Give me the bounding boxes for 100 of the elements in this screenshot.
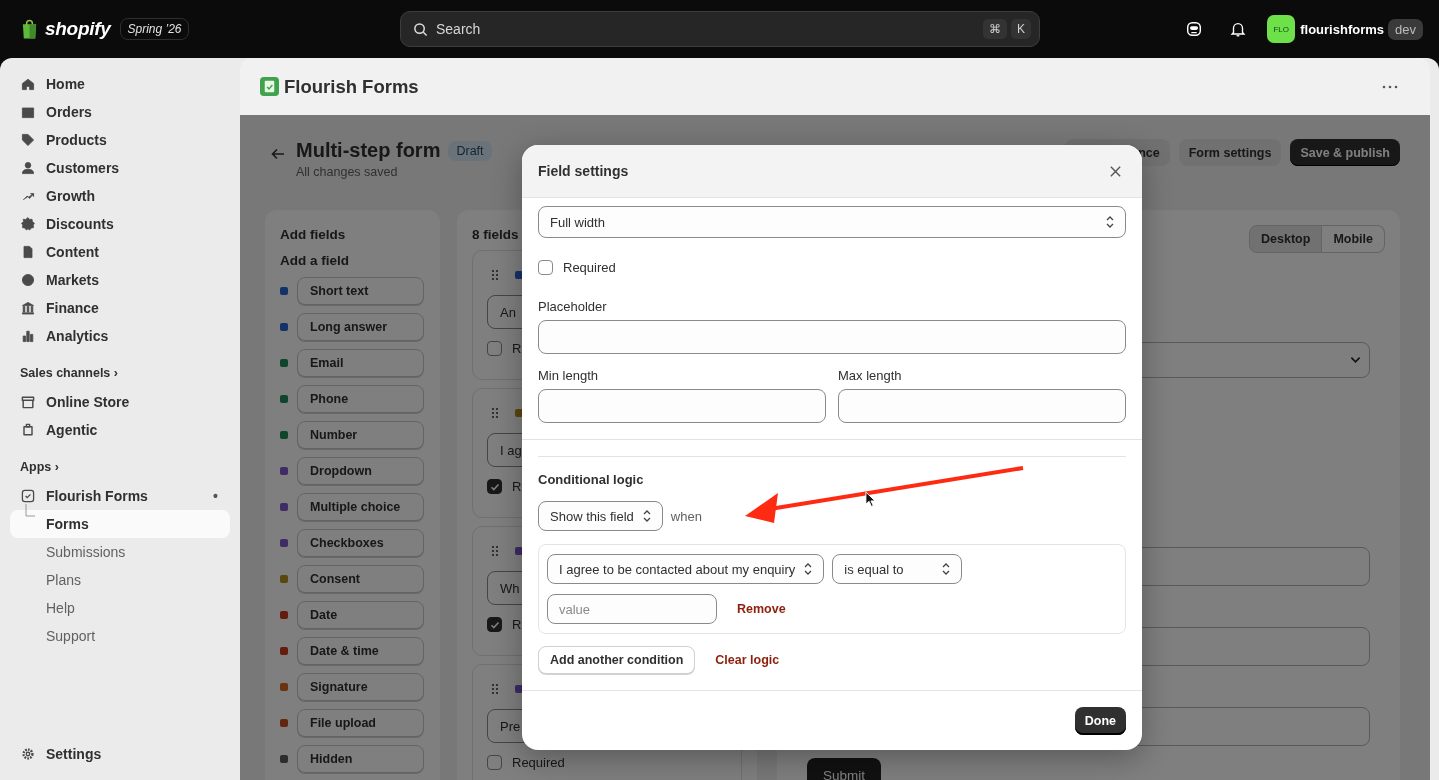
card-title: Add fields: [280, 227, 347, 242]
nav-item[interactable]: Customers: [10, 154, 230, 182]
field-label: Placeholder: [538, 299, 608, 314]
length-input[interactable]: [538, 389, 826, 423]
checkbox[interactable]: [487, 479, 502, 494]
clear-logic-link[interactable]: Clear logic: [715, 653, 780, 667]
nav-subitem[interactable]: Help: [10, 594, 230, 622]
operator-select[interactable]: is equal to: [832, 554, 963, 584]
nav-item[interactable]: Products: [10, 126, 230, 154]
person-icon: [20, 160, 36, 176]
drag-handle-icon[interactable]: [491, 269, 499, 281]
bell-icon[interactable]: [1229, 20, 1248, 38]
save-status: All changes saved: [296, 165, 399, 179]
checkbox-label: R: [512, 479, 522, 494]
field-type-button[interactable]: Checkboxes: [297, 529, 424, 557]
field-type-button[interactable]: Number: [297, 421, 424, 449]
field-type-button[interactable]: Date & time: [297, 637, 424, 665]
nav-item[interactable]: Online Store: [10, 388, 230, 416]
field-type-button[interactable]: Email: [297, 349, 424, 377]
checkbox[interactable]: [487, 617, 502, 632]
form-check-icon: [260, 77, 279, 96]
field-type-button[interactable]: Date: [297, 601, 424, 629]
action-select[interactable]: Show this field: [538, 501, 663, 531]
discount-icon: [20, 216, 36, 232]
shortcut-key: ⌘: [983, 19, 1007, 39]
checkbox[interactable]: [487, 341, 502, 356]
field-type-button[interactable]: File upload: [297, 709, 424, 737]
nav-item[interactable]: Content: [10, 238, 230, 266]
nav-item[interactable]: Agentic: [10, 416, 230, 444]
section-heading[interactable]: Sales channels ›: [10, 366, 230, 380]
nav-item[interactable]: Finance: [10, 294, 230, 322]
logo-wordmark[interactable]: shopify: [45, 18, 111, 40]
field-type-button[interactable]: Hidden: [297, 745, 424, 773]
field-type-button[interactable]: Dropdown: [297, 457, 424, 485]
connector-text: when: [670, 508, 702, 524]
drag-handle-icon[interactable]: [491, 545, 499, 557]
nav-item[interactable]: Discounts: [10, 210, 230, 238]
bank-icon: [20, 300, 36, 316]
drag-handle-icon[interactable]: [491, 407, 499, 419]
card-subtitle: Add a field: [280, 253, 350, 268]
checkbox[interactable]: [487, 755, 502, 770]
status-badge: Draft: [448, 140, 492, 161]
shortcut-key: K: [1011, 19, 1031, 39]
nav-item[interactable]: Markets: [10, 266, 230, 294]
search-field[interactable]: Search ⌘ K: [400, 11, 1040, 47]
dev-badge: dev: [1388, 18, 1423, 40]
add-condition-button[interactable]: Add another condition: [538, 646, 696, 674]
dialog-title: Field settings: [538, 163, 629, 179]
select-arrows-icon: [803, 562, 814, 576]
card-title: 8 fields: [472, 227, 520, 242]
value-input[interactable]: value: [547, 594, 717, 624]
nav-item[interactable]: Analytics: [10, 322, 230, 350]
document-icon: [20, 244, 36, 260]
checkbox-label: R: [512, 617, 522, 632]
nav-subitem[interactable]: Forms: [10, 510, 230, 538]
done-button[interactable]: Done: [1074, 706, 1126, 735]
shopping-bag-icon: [20, 18, 39, 40]
action-button[interactable]: Form settings: [1178, 139, 1282, 166]
back-arrow-icon[interactable]: [270, 146, 286, 162]
view-toggle-button[interactable]: Mobile: [1322, 225, 1385, 253]
nav-item[interactable]: Growth: [10, 182, 230, 210]
field-type-button[interactable]: Phone: [297, 385, 424, 413]
close-icon[interactable]: [1109, 164, 1122, 178]
checkbox-label: Required: [563, 260, 616, 275]
length-input[interactable]: [838, 389, 1126, 423]
submit-button[interactable]: Submit: [807, 758, 882, 780]
robot-face-icon[interactable]: [1185, 20, 1204, 38]
field-type-button[interactable]: Long answer: [297, 313, 424, 341]
field-select[interactable]: I agree to be contacted about my enquiry: [547, 554, 825, 584]
app-title: Flourish Forms: [284, 75, 419, 98]
store-avatar[interactable]: FLO: [1267, 15, 1296, 43]
more-icon[interactable]: [1382, 84, 1398, 89]
nav-item[interactable]: Home: [10, 70, 230, 98]
nav-subitem[interactable]: Support: [10, 622, 230, 650]
field-type-button[interactable]: Multiple choice: [297, 493, 424, 521]
nav-item[interactable]: Flourish Forms •: [10, 482, 230, 510]
field-type-button[interactable]: Consent: [297, 565, 424, 593]
settings-item[interactable]: Settings: [10, 740, 230, 768]
field-type-button[interactable]: Signature: [297, 673, 424, 701]
drag-handle-icon[interactable]: [491, 683, 499, 695]
store-name[interactable]: flourishforms: [1300, 21, 1385, 37]
placeholder-input[interactable]: [538, 320, 1126, 354]
checkbox-label: Required: [512, 755, 565, 770]
search-icon: [413, 21, 428, 37]
page-title: Multi-step form: [296, 139, 441, 162]
action-button[interactable]: Save & publish: [1290, 139, 1400, 166]
view-toggle-button[interactable]: Desktop: [1249, 225, 1323, 253]
field-type-button[interactable]: Short text: [297, 277, 424, 305]
select-arrows-icon: [1105, 215, 1115, 229]
width-select[interactable]: Full width: [538, 206, 1126, 238]
nav-subitem[interactable]: Submissions: [10, 538, 230, 566]
remove-link[interactable]: Remove: [737, 602, 786, 616]
section-heading[interactable]: Apps ›: [10, 460, 230, 474]
edition-badge: Spring ’26: [120, 18, 189, 40]
nav-subitem[interactable]: Plans: [10, 566, 230, 594]
chevron-down-icon: [1350, 356, 1361, 364]
store-icon: [20, 394, 36, 410]
nav-item[interactable]: Orders: [10, 98, 230, 126]
select-arrows-icon: [941, 562, 952, 576]
checkbox[interactable]: [538, 260, 553, 275]
